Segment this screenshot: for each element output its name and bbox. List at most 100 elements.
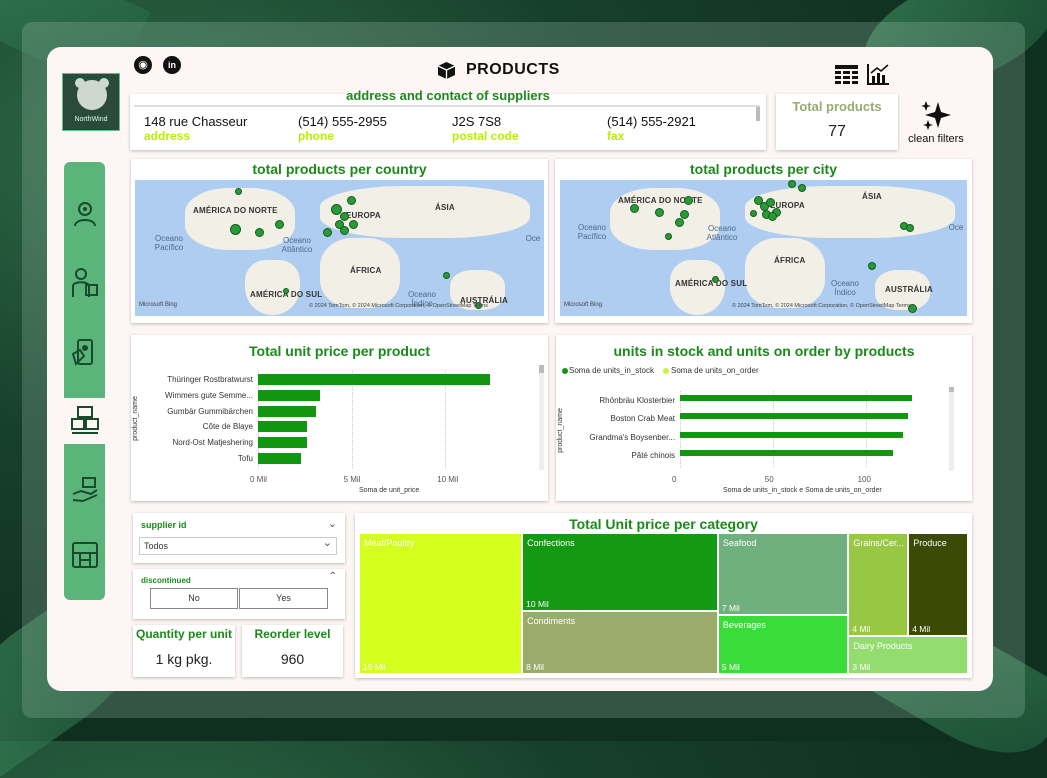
hand-delivery-icon[interactable] bbox=[71, 474, 99, 503]
city-map-panel: total products per city AMÉRICA DO NORTE… bbox=[555, 159, 972, 323]
treemap-tile[interactable]: Seafood 7 Mil bbox=[717, 533, 849, 616]
gridline bbox=[772, 391, 774, 469]
supplier-postal-value: J2S 7S8 bbox=[452, 114, 502, 129]
category-treemap-title: Total Unit price per category bbox=[569, 516, 758, 532]
y-tick-label: Rhönbräu Klosterbier bbox=[599, 396, 675, 405]
chart-view-icon[interactable] bbox=[867, 63, 890, 85]
table-view-icon[interactable] bbox=[835, 65, 858, 85]
country-map[interactable]: AMÉRICA DO NORTE EUROPA ÁSIA Oceano Pací… bbox=[135, 180, 544, 316]
reorder-level-value: 960 bbox=[280, 651, 305, 667]
supplier-filter-panel: supplier id ⌄ Todos ⌄ bbox=[133, 513, 345, 563]
bar[interactable] bbox=[258, 437, 307, 449]
bar[interactable] bbox=[258, 421, 307, 433]
y-tick-label: Thüringer Rostbratwurst bbox=[167, 375, 253, 384]
treemap-tile-value: 4 Mil bbox=[852, 623, 871, 634]
unit-price-chart-panel: Total unit price per product product_nam… bbox=[131, 335, 548, 501]
reorder-level-title: Reorder level bbox=[254, 627, 331, 641]
mobile-order-icon[interactable] bbox=[71, 338, 99, 366]
clean-filters-button[interactable]: clean filters bbox=[902, 100, 970, 148]
x-tick-label: 10 Mil bbox=[437, 475, 459, 484]
city-map[interactable]: AMÉRICA DO NORTE EUROPA ÁSIA Oceano Pací… bbox=[560, 180, 967, 316]
chevron-up-icon[interactable]: ⌃ bbox=[329, 571, 337, 582]
linkedin-icon[interactable]: in bbox=[163, 56, 181, 74]
chevron-down-icon[interactable]: ⌄ bbox=[328, 517, 337, 530]
bar[interactable] bbox=[680, 431, 903, 438]
treemap-tile-value: 7 Mil bbox=[721, 603, 740, 614]
x-tick-label: 100 bbox=[857, 475, 871, 484]
treemap-tile-value: 3 Mil bbox=[852, 661, 871, 672]
treemap-tile[interactable]: Beverages 5 Mil bbox=[717, 615, 849, 674]
gridline bbox=[680, 391, 681, 469]
company-logo: NorthWind bbox=[62, 73, 120, 131]
treemap-tile-label: Condiments bbox=[527, 616, 576, 627]
supplier-address-label: address bbox=[144, 129, 191, 143]
unit-price-chart[interactable]: 0 Mil 5 Mil 10 Mil Thüringer Rostbratwurst W… bbox=[131, 335, 548, 501]
chevron-down-icon: ⌄ bbox=[322, 537, 332, 549]
treemap-tile-label: Grains/Cer... bbox=[853, 538, 904, 548]
discontinued-filter-label: discontinued bbox=[141, 576, 191, 585]
logo-text: NorthWind bbox=[74, 116, 108, 123]
category-treemap[interactable]: Meat/Poultry 15 Mil Confections 10 Mil Condi… bbox=[359, 533, 968, 674]
treemap-tile-label: Beverages bbox=[722, 620, 766, 631]
supplier-agent-icon[interactable] bbox=[71, 199, 99, 227]
bar[interactable] bbox=[680, 395, 912, 401]
bar[interactable] bbox=[258, 405, 317, 417]
bar[interactable] bbox=[258, 374, 491, 385]
quantity-per-unit-value: 1 kg pkg. bbox=[155, 651, 213, 667]
treemap-tile-label: Confections bbox=[527, 538, 575, 548]
quantity-per-unit-title: Quantity per unit bbox=[136, 627, 232, 641]
sparkle-icon bbox=[920, 100, 954, 132]
y-tick-label: Wimmers gute Semme... bbox=[164, 390, 253, 400]
reorder-level-card: Reorder level 960 bbox=[242, 625, 343, 677]
github-icon[interactable]: ◉ bbox=[134, 56, 152, 74]
treemap-tile[interactable]: Grains/Cer... 4 Mil bbox=[848, 533, 909, 636]
x-tick-label: 5 Mil bbox=[343, 475, 361, 484]
supplier-fax-label: fax bbox=[607, 129, 625, 143]
total-products-value: 77 bbox=[828, 123, 846, 140]
treemap-tile[interactable]: Produce 4 Mil bbox=[908, 533, 968, 636]
supplier-fax-value: (514) 555-2921 bbox=[607, 114, 696, 129]
supplier-select[interactable]: Todos ⌄ bbox=[139, 537, 337, 555]
x-tick-label: 0 Mil bbox=[250, 475, 267, 484]
bar[interactable] bbox=[680, 449, 894, 456]
supplier-phone-value: (514) 555-2955 bbox=[298, 114, 387, 129]
delivery-worker-icon[interactable] bbox=[71, 268, 99, 297]
y-tick-label: Boston Crab Meat bbox=[610, 414, 675, 424]
category-treemap-panel: Total Unit price per category Meat/Poult… bbox=[355, 513, 972, 678]
supplier-info-title: address and contact of suppliers bbox=[346, 88, 550, 103]
bing-logo: Microsoft Bing bbox=[139, 302, 178, 308]
bar[interactable] bbox=[258, 453, 302, 464]
stock-chart-panel: units in stock and units on order by pro… bbox=[556, 335, 972, 501]
y-tick-label: Tofu bbox=[237, 454, 253, 463]
page-title: PRODUCTS bbox=[466, 61, 560, 78]
warehouse-icon[interactable] bbox=[71, 541, 99, 569]
treemap-tile-value: 5 Mil bbox=[721, 662, 740, 672]
discontinued-filter-panel: discontinued ⌃ No Yes bbox=[133, 569, 345, 619]
y-tick-label: Pâté chinois bbox=[631, 450, 675, 460]
y-tick-label: Côte de Blaye bbox=[202, 422, 253, 432]
bar[interactable] bbox=[680, 413, 909, 420]
supplier-select-value: Todos bbox=[144, 541, 169, 551]
sidebar-nav bbox=[64, 162, 105, 600]
quantity-per-unit-card: Quantity per unit 1 kg pkg. bbox=[133, 625, 235, 677]
y-tick-label: Nord-Ost Matjeshering bbox=[172, 438, 253, 448]
bar[interactable] bbox=[258, 389, 320, 401]
treemap-tile[interactable]: Condiments 8 Mil bbox=[522, 611, 718, 674]
treemap-tile-value: 15 Mil bbox=[363, 662, 386, 672]
supplier-postal-label: postal code bbox=[452, 129, 519, 143]
total-products-card: Total products 77 bbox=[776, 94, 898, 150]
treemap-tile-value: 4 Mil bbox=[912, 623, 931, 634]
treemap-tile[interactable]: Confections 10 Mil bbox=[522, 533, 718, 612]
treemap-tile-label: Meat/Poultry bbox=[364, 538, 415, 548]
treemap-tile[interactable]: Dairy Products 3 Mil bbox=[848, 635, 968, 674]
supplier-filter-label: supplier id bbox=[141, 520, 187, 530]
stock-chart[interactable]: 0 50 100 Rhönbräu Klosterbier Boston Crab Me… bbox=[556, 335, 972, 501]
treemap-tile[interactable]: Meat/Poultry 15 Mil bbox=[359, 533, 523, 674]
treemap-tile-value: 8 Mil bbox=[526, 661, 545, 672]
discontinued-yes-button[interactable]: Yes bbox=[239, 588, 328, 609]
country-map-panel: total products per country AMÉRICA DO NO… bbox=[131, 159, 548, 323]
country-map-title: total products per country bbox=[252, 161, 427, 177]
products-boxes-icon[interactable] bbox=[70, 405, 99, 434]
discontinued-no-button[interactable]: No bbox=[150, 588, 238, 609]
y-tick-label: Grandma's Boysenber... bbox=[589, 432, 675, 442]
